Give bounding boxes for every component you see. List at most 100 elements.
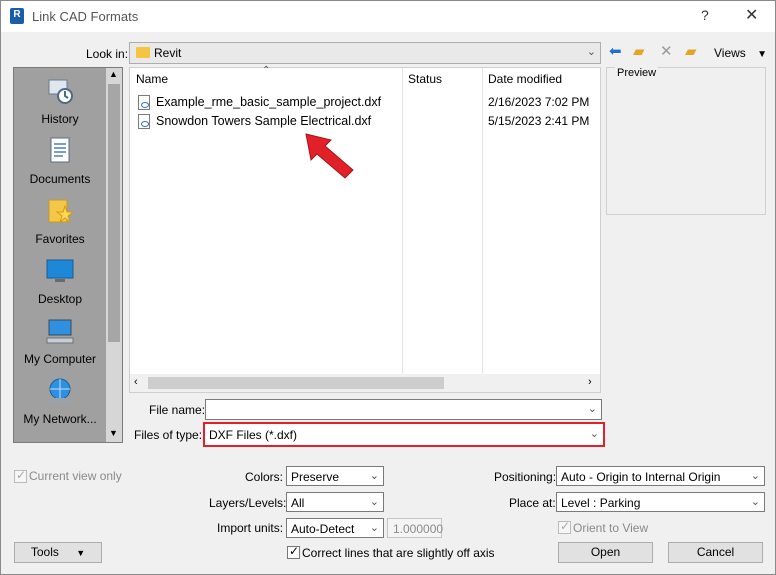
- up-folder-icon[interactable]: ▰: [633, 43, 645, 61]
- views-button[interactable]: Views ▼: [714, 46, 767, 60]
- places-scroll-thumb[interactable]: [108, 84, 120, 342]
- revit-app-icon: R: [10, 8, 24, 24]
- place-desktop[interactable]: Desktop: [14, 256, 106, 316]
- scale-factor-input[interactable]: 1.000000: [387, 518, 444, 538]
- place-label: Desktop: [37, 292, 83, 306]
- place-favorites[interactable]: Favorites: [14, 196, 106, 256]
- scale-factor-value: 1.000000: [393, 522, 444, 536]
- preview-panel: Preview: [606, 67, 766, 215]
- place-my-network[interactable]: My Network...: [14, 376, 106, 436]
- documents-icon: [50, 137, 70, 163]
- place-history[interactable]: History: [14, 76, 106, 136]
- sort-ascending-icon: ⌃: [262, 65, 271, 76]
- colors-value: Preserve: [291, 470, 340, 484]
- place-label: Favorites: [35, 232, 85, 246]
- places-bar: History Documents Favorites Desktop My C…: [13, 67, 123, 443]
- folder-icon: [136, 47, 150, 58]
- help-button[interactable]: ?: [701, 7, 709, 23]
- place-label: My Computer: [23, 352, 97, 366]
- horizontal-scroll-thumb[interactable]: [148, 377, 444, 389]
- new-folder-icon[interactable]: ▰: [685, 43, 697, 61]
- place-label: My Network...: [23, 412, 97, 426]
- window-title: Link CAD Formats: [32, 9, 139, 24]
- delete-icon[interactable]: ✕: [660, 43, 673, 61]
- tools-label: Tools: [30, 545, 59, 559]
- colors-select[interactable]: Preserve ⌄: [286, 466, 384, 486]
- chevron-down-icon: ⌄: [750, 470, 760, 482]
- desktop-icon: [46, 259, 74, 282]
- positioning-value: Auto - Origin to Internal Origin: [561, 470, 721, 484]
- place-at-label: Place at:: [509, 496, 556, 510]
- place-label: History: [41, 112, 79, 126]
- chevron-down-icon: ⌄: [586, 46, 596, 58]
- chevron-down-icon: ⌄: [589, 428, 599, 440]
- import-units-select[interactable]: Auto-Detect ⌄: [286, 518, 384, 538]
- layers-levels-select[interactable]: All ⌄: [286, 492, 384, 512]
- tools-button[interactable]: Tools ▼: [14, 542, 102, 563]
- link-cad-formats-dialog: R Link CAD Formats ? ✕ Look in: Revit ⌄ …: [0, 0, 776, 575]
- column-header-name[interactable]: Name: [136, 72, 168, 86]
- file-name: Example_rme_basic_sample_project.dxf: [156, 95, 382, 109]
- column-header-date[interactable]: Date modified: [488, 72, 562, 86]
- place-my-computer[interactable]: My Computer: [14, 316, 106, 376]
- preview-label: Preview: [615, 67, 659, 79]
- colors-label: Colors:: [245, 470, 284, 484]
- orient-to-view-checkbox[interactable]: [558, 519, 571, 534]
- chevron-down-icon: ⌄: [369, 496, 379, 508]
- views-label: Views: [714, 46, 746, 60]
- import-units-value: Auto-Detect: [291, 522, 355, 536]
- caret-down-icon: ▼: [757, 49, 768, 60]
- horizontal-scrollbar[interactable]: ‹ ›: [130, 374, 600, 392]
- dxf-file-icon: [138, 114, 150, 129]
- file-date: 5/15/2023 2:41 PM: [488, 114, 590, 128]
- layers-levels-label: Layers/Levels:: [209, 496, 287, 510]
- place-at-value: Level : Parking: [561, 496, 641, 510]
- computer-icon: [46, 319, 74, 344]
- back-arrow-icon[interactable]: ⬅: [609, 43, 622, 61]
- column-header-status[interactable]: Status: [408, 72, 442, 86]
- look-in-combobox[interactable]: Revit ⌄: [129, 42, 601, 64]
- files-of-type-label: Files of type:: [134, 428, 203, 442]
- chevron-down-icon[interactable]: ⌄: [588, 402, 597, 415]
- favorites-star-icon: [48, 199, 75, 224]
- place-documents[interactable]: Documents: [14, 136, 106, 196]
- caret-down-icon: ▼: [76, 548, 86, 558]
- chevron-down-icon: ⌄: [750, 496, 760, 508]
- place-label: Documents: [29, 172, 91, 186]
- place-at-select[interactable]: Level : Parking ⌄: [556, 492, 765, 512]
- dxf-file-icon: [138, 95, 150, 110]
- scroll-left-icon[interactable]: ‹: [134, 376, 138, 388]
- cancel-button[interactable]: Cancel: [668, 542, 763, 563]
- look-in-label: Look in:: [86, 47, 129, 61]
- scroll-right-icon[interactable]: ›: [588, 376, 592, 388]
- current-view-only-label: Current view only: [29, 469, 122, 483]
- look-in-value: Revit: [154, 46, 182, 60]
- import-units-label: Import units:: [217, 521, 284, 535]
- chevron-down-icon: ⌄: [369, 470, 379, 482]
- orient-to-view-label: Orient to View: [573, 521, 649, 535]
- correct-lines-checkbox[interactable]: [287, 544, 300, 559]
- layers-levels-value: All: [291, 496, 305, 510]
- file-date: 2/16/2023 7:02 PM: [488, 95, 590, 109]
- positioning-label: Positioning:: [494, 470, 557, 484]
- scroll-down-icon[interactable]: ▼: [109, 428, 118, 438]
- network-globe-icon: [49, 378, 71, 403]
- close-button[interactable]: ✕: [745, 5, 758, 25]
- current-view-only-checkbox[interactable]: [14, 468, 27, 483]
- correct-lines-label: Correct lines that are slightly off axis: [302, 546, 495, 560]
- open-button[interactable]: Open: [558, 542, 653, 563]
- places-scrollbar[interactable]: ▲ ▼: [106, 68, 122, 442]
- file-name-label: File name:: [149, 403, 206, 417]
- file-list[interactable]: ⌃ Name Status Date modified Example_rme_…: [129, 65, 601, 393]
- positioning-select[interactable]: Auto - Origin to Internal Origin ⌄: [556, 466, 765, 486]
- title-bar: R Link CAD Formats ? ✕: [1, 1, 775, 32]
- files-of-type-select[interactable]: DXF Files (*.dxf) ⌄: [203, 422, 605, 447]
- file-row[interactable]: Snowdon Towers Sample Electrical.dxf 5/1…: [136, 113, 596, 131]
- annotation-arrow-icon: [305, 133, 354, 179]
- history-icon: [48, 79, 73, 104]
- scroll-up-icon[interactable]: ▲: [109, 69, 118, 79]
- file-name-input[interactable]: ⌄: [205, 399, 602, 420]
- chevron-down-icon: ⌄: [369, 522, 379, 534]
- files-of-type-value: DXF Files (*.dxf): [209, 428, 298, 442]
- file-row[interactable]: Example_rme_basic_sample_project.dxf 2/1…: [136, 94, 596, 112]
